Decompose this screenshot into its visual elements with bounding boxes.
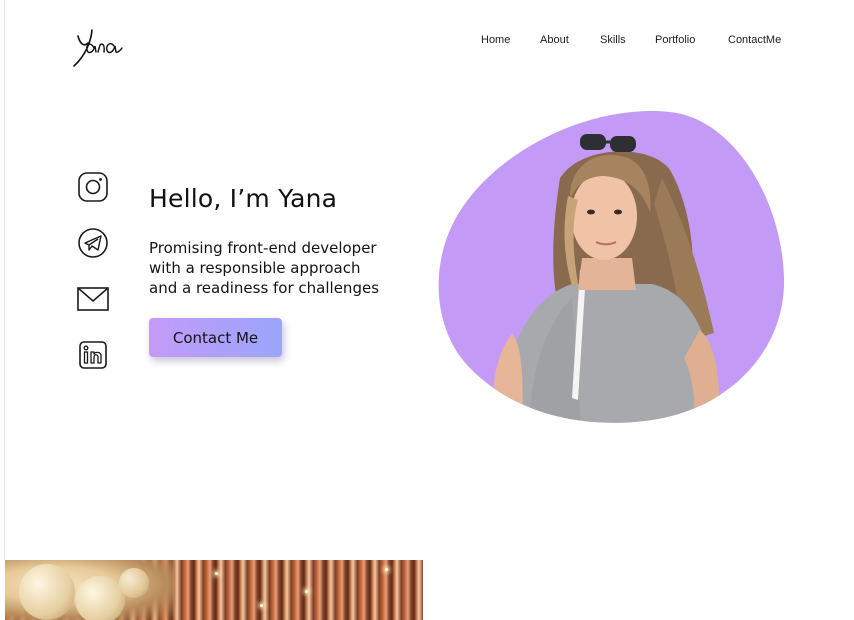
balloon (119, 568, 149, 598)
hero-description-line: Promising front-end developer (149, 239, 377, 257)
hero-description-line: and a readiness for challenges (149, 279, 380, 297)
sparkle (215, 572, 218, 575)
gallery-photo-strip (5, 560, 423, 620)
balloon (19, 564, 75, 620)
hero-portrait (432, 108, 788, 428)
nav-link-contactme[interactable]: ContactMe (728, 33, 781, 47)
hero-title: Hello, I’m Yana (149, 184, 338, 213)
sparkle (385, 568, 388, 571)
mail-icon[interactable] (76, 282, 110, 316)
nav-link-home[interactable]: Home (481, 33, 510, 47)
sparkle (260, 604, 263, 607)
nav-link-about[interactable]: About (540, 33, 569, 47)
nav-link-portfolio[interactable]: Portfolio (655, 33, 695, 47)
nav-link-skills[interactable]: Skills (600, 33, 626, 47)
main-nav: Home About Skills Portfolio ContactMe (0, 33, 854, 49)
balloon (75, 576, 125, 620)
linkedin-icon[interactable] (76, 338, 110, 372)
hero-description-line: with a responsible approach (149, 259, 361, 277)
contact-me-button[interactable]: Contact Me (149, 318, 282, 357)
sparkle (305, 590, 308, 593)
telegram-icon[interactable] (76, 226, 110, 260)
page-edge-rule (4, 0, 5, 560)
hero-description: Promising front-end developer with a res… (149, 238, 429, 298)
instagram-icon[interactable] (76, 170, 110, 204)
